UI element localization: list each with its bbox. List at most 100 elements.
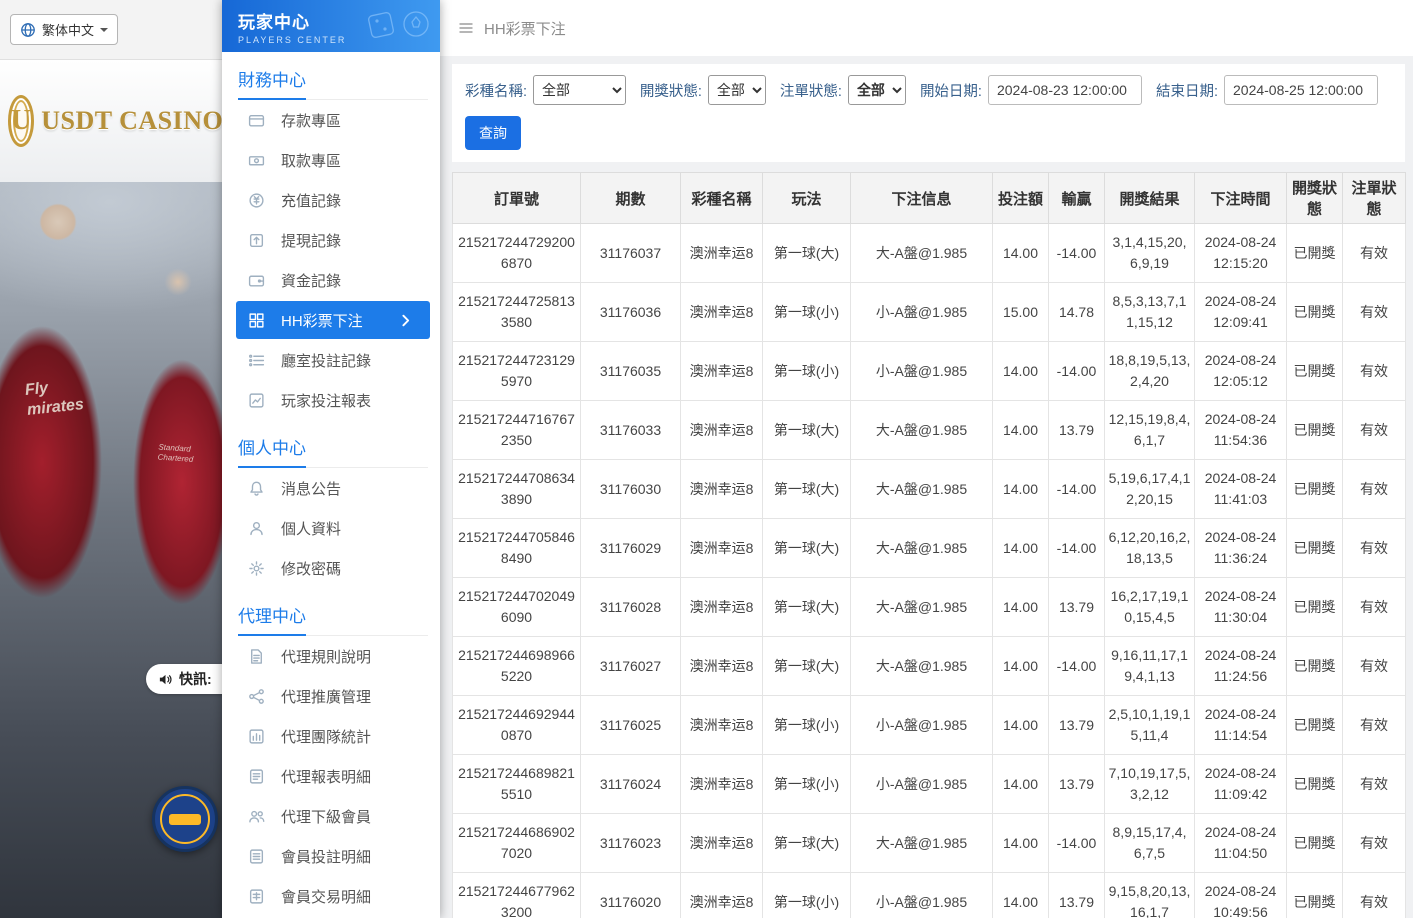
section-title: 財務中心 xyxy=(238,66,428,100)
sidebar-item-label: 取款專區 xyxy=(281,150,341,171)
filter-panel: 彩種名稱: 全部 開獎狀態: 全部 注單狀態: 全部 開始日期: 結束日期: 查… xyxy=(452,64,1405,162)
query-button[interactable]: 查詢 xyxy=(465,116,521,150)
period-cell: 31176028 xyxy=(581,578,681,637)
sidebar-item-hh-lottery-bets[interactable]: HH彩票下注 xyxy=(236,301,430,339)
sidebar-item-profile[interactable]: 個人資料 xyxy=(222,508,440,548)
team-logo-band xyxy=(169,814,201,825)
brand-coin-letter: U xyxy=(11,105,31,137)
win-loss-cell: 13.79 xyxy=(1049,578,1105,637)
col-header: 開獎結果 xyxy=(1105,173,1195,224)
order-id-cell: 2152172447086343890 xyxy=(453,460,581,519)
person-icon xyxy=(248,520,265,537)
draw-status-select[interactable]: 全部 xyxy=(708,75,766,105)
sidebar-item-member-trade-detail[interactable]: 會員交易明細 xyxy=(222,876,440,916)
draw-status-cell: 已開獎 xyxy=(1287,637,1343,696)
room-bet-record-icon xyxy=(248,352,265,369)
sidebar-item-agent-downline-members[interactable]: 代理下級會員 xyxy=(222,796,440,836)
sidebar-item-announcements[interactable]: 消息公告 xyxy=(222,468,440,508)
sidebar-item-withdrawal-records[interactable]: 提現記錄 xyxy=(222,220,440,260)
bet-info-cell: 大-A盤@1.985 xyxy=(851,814,993,873)
bet-info-cell: 小-A盤@1.985 xyxy=(851,873,993,918)
sidebar-item-deposit-zone[interactable]: 存款專區 xyxy=(222,100,440,140)
bet-info-cell: 小-A盤@1.985 xyxy=(851,696,993,755)
sidebar-item-withdraw-zone[interactable]: 取款專區 xyxy=(222,140,440,180)
member-trade-icon xyxy=(248,888,265,905)
order-status-cell: 有效 xyxy=(1343,342,1406,401)
ticker-label: 快訊: xyxy=(179,669,212,689)
table-row: 215217244723129597031176035澳洲幸运8第一球(小)小-… xyxy=(453,342,1406,401)
sidebar-item-room-bet-records[interactable]: 廳室投註記錄 xyxy=(222,340,440,380)
order-status-cell: 有效 xyxy=(1343,401,1406,460)
period-cell: 31176030 xyxy=(581,460,681,519)
win-loss-cell: -14.00 xyxy=(1049,342,1105,401)
win-loss-cell: 13.79 xyxy=(1049,696,1105,755)
main-topbar: HH彩票下注 xyxy=(440,0,1413,56)
menu-icon[interactable] xyxy=(458,20,474,36)
win-loss-cell: 13.79 xyxy=(1049,873,1105,918)
sidebar-item-agent-team-stats[interactable]: 代理團隊統計 xyxy=(222,716,440,756)
sidebar-item-funds-records[interactable]: 資金記錄 xyxy=(222,260,440,300)
lottery-name-select[interactable]: 全部 xyxy=(533,75,626,105)
sidebar-item-agent-rules[interactable]: 代理規則說明 xyxy=(222,636,440,676)
bet-time-cell: 2024-08-24 12:15:20 xyxy=(1195,224,1287,283)
order-status-cell: 有效 xyxy=(1343,578,1406,637)
order-status-cell: 有效 xyxy=(1343,696,1406,755)
lottery-name-cell: 澳洲幸运8 xyxy=(681,637,763,696)
chevron-right-icon xyxy=(397,312,414,329)
language-selector[interactable]: 繁体中文 xyxy=(10,14,118,45)
sidebar-item-recharge-records[interactable]: 充值記錄 xyxy=(222,180,440,220)
main-content: 彩種名稱: 全部 開獎狀態: 全部 注單狀態: 全部 開始日期: 結束日期: 查… xyxy=(440,56,1413,918)
sidebar-item-change-password[interactable]: 修改密碼 xyxy=(222,548,440,588)
order-status-cell: 有效 xyxy=(1343,755,1406,814)
period-cell: 31176023 xyxy=(581,814,681,873)
bet-time-cell: 2024-08-24 11:24:56 xyxy=(1195,637,1287,696)
draw-status-cell: 已開獎 xyxy=(1287,342,1343,401)
brand-area[interactable]: U USDT CASINO xyxy=(0,60,222,182)
bet-time-cell: 2024-08-24 11:41:03 xyxy=(1195,460,1287,519)
withdrawal-record-icon xyxy=(248,232,265,249)
draw-result-cell: 6,12,20,16,2,18,13,5 xyxy=(1105,519,1195,578)
draw-status-cell: 已開獎 xyxy=(1287,578,1343,637)
draw-status-cell: 已開獎 xyxy=(1287,519,1343,578)
bet-info-cell: 小-A盤@1.985 xyxy=(851,755,993,814)
lottery-name-cell: 澳洲幸运8 xyxy=(681,224,763,283)
sidebar-item-agent-promotion[interactable]: 代理推廣管理 xyxy=(222,676,440,716)
bet-info-cell: 大-A盤@1.985 xyxy=(851,578,993,637)
end-date-input[interactable] xyxy=(1224,75,1378,105)
sidebar-item-label: 代理規則說明 xyxy=(281,646,371,667)
sidebar-item-label: 代理報表明細 xyxy=(281,766,371,787)
lottery-name-cell: 澳洲幸运8 xyxy=(681,873,763,918)
order-id-cell: 2152172447058468490 xyxy=(453,519,581,578)
col-header: 彩種名稱 xyxy=(681,173,763,224)
order-status-cell: 有效 xyxy=(1343,460,1406,519)
lottery-name-cell: 澳洲幸运8 xyxy=(681,342,763,401)
col-header: 訂單號 xyxy=(453,173,581,224)
order-status-select[interactable]: 全部 xyxy=(848,75,906,105)
period-cell: 31176020 xyxy=(581,873,681,918)
period-cell: 31176037 xyxy=(581,224,681,283)
sidebar-item-player-bet-report[interactable]: 玩家投注報表 xyxy=(222,380,440,420)
bet-amount-cell: 14.00 xyxy=(993,814,1049,873)
news-ticker[interactable]: 快訊: xyxy=(146,664,224,694)
draw-status-label: 開獎狀態: xyxy=(640,80,702,101)
start-date-input[interactable] xyxy=(988,75,1142,105)
col-header: 下注信息 xyxy=(851,173,993,224)
table-row: 215217244689821551031176024澳洲幸运8第一球(小)小-… xyxy=(453,755,1406,814)
bell-icon xyxy=(248,480,265,497)
team-logo xyxy=(152,786,218,852)
draw-result-cell: 9,16,11,17,19,4,1,13 xyxy=(1105,637,1195,696)
win-loss-cell: -14.00 xyxy=(1049,460,1105,519)
sidebar-item-member-bet-detail[interactable]: 會員投註明細 xyxy=(222,836,440,876)
sidebar-item-label: 充值記錄 xyxy=(281,190,341,211)
play-type-cell: 第一球(大) xyxy=(763,578,851,637)
order-id-cell: 2152172446929440870 xyxy=(453,696,581,755)
header-row: 訂單號期數彩種名稱玩法下注信息投注額輸贏開獎結果下注時間開獎狀態注單狀態 xyxy=(453,173,1406,224)
col-header: 期數 xyxy=(581,173,681,224)
bet-time-cell: 2024-08-24 10:49:56 xyxy=(1195,873,1287,918)
lottery-name-label: 彩種名稱: xyxy=(465,80,527,101)
sidebar-item-agent-report-detail[interactable]: 代理報表明細 xyxy=(222,756,440,796)
bet-amount-cell: 14.00 xyxy=(993,460,1049,519)
members-icon xyxy=(248,808,265,825)
draw-result-cell: 2,5,10,1,19,15,11,4 xyxy=(1105,696,1195,755)
share-icon xyxy=(248,688,265,705)
